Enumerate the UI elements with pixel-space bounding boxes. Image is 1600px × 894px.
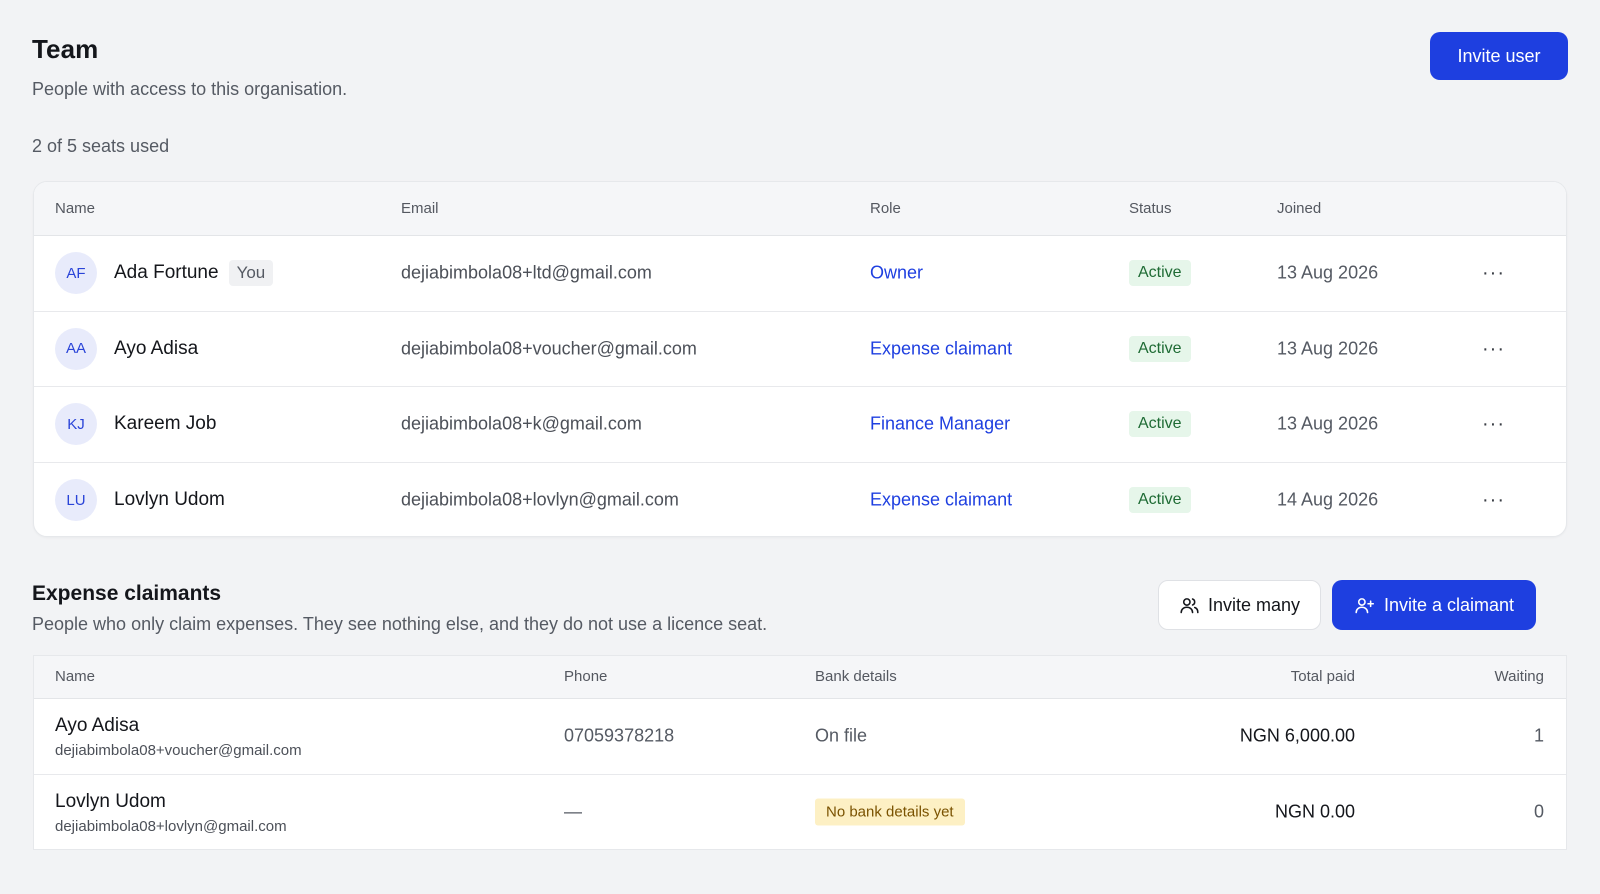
seats-used-text: 2 of 5 seats used bbox=[32, 136, 170, 156]
claimant-email: dejiabimbola08+lovlyn@gmail.com bbox=[55, 817, 287, 835]
member-name: Kareem Job bbox=[114, 413, 217, 435]
column-header-status: Status bbox=[1129, 200, 1172, 217]
more-icon[interactable]: ··· bbox=[1482, 490, 1505, 510]
invite-many-label: Invite many bbox=[1207, 594, 1301, 615]
table-row: LU Lovlyn Udom dejiabimbola08+lovlyn@gma… bbox=[34, 463, 1566, 537]
status-badge: Active bbox=[1129, 260, 1191, 287]
column-header-name: Name bbox=[55, 668, 96, 685]
table-row[interactable]: Lovlyn Udom dejiabimbola08+lovlyn@gmail.… bbox=[34, 775, 1566, 850]
member-name-text: Ada Fortune bbox=[114, 262, 219, 284]
column-header-waiting: Waiting bbox=[1494, 668, 1544, 685]
page-subtitle: People with access to this organisation. bbox=[32, 79, 348, 99]
no-bank-details-badge: No bank details yet bbox=[815, 798, 965, 826]
member-name: Ayo Adisa bbox=[114, 337, 199, 359]
table-row: AA Ayo Adisa dejiabimbola08+voucher@gmai… bbox=[34, 312, 1566, 387]
claimant-bank-details: On file bbox=[815, 725, 868, 746]
invite-many-button[interactable]: Invite many bbox=[1158, 580, 1321, 630]
page-title: Team bbox=[32, 34, 99, 64]
claimant-name: Lovlyn Udom bbox=[55, 790, 166, 812]
claimant-waiting: 1 bbox=[1533, 725, 1544, 746]
avatar: KJ bbox=[55, 403, 97, 446]
member-role-link[interactable]: Expense claimant bbox=[870, 490, 1012, 511]
member-joined: 14 Aug 2026 bbox=[1277, 489, 1379, 510]
avatar: AF bbox=[55, 252, 97, 295]
status-badge: Active bbox=[1129, 411, 1191, 438]
member-joined: 13 Aug 2026 bbox=[1277, 413, 1379, 434]
member-role-link[interactable]: Finance Manager bbox=[870, 414, 1010, 435]
member-email: dejiabimbola08+k@gmail.com bbox=[401, 413, 642, 434]
claimant-phone: — bbox=[564, 801, 582, 822]
member-joined: 13 Aug 2026 bbox=[1277, 338, 1379, 359]
member-email: dejiabimbola08+voucher@gmail.com bbox=[401, 338, 697, 359]
claimants-table: Name Phone Bank details Total paid Waiti… bbox=[33, 655, 1567, 850]
invite-user-button[interactable]: Invite user bbox=[1430, 32, 1568, 80]
column-header-name: Name bbox=[55, 200, 96, 217]
member-name: Lovlyn Udom bbox=[114, 489, 225, 511]
status-badge: Active bbox=[1129, 487, 1191, 514]
column-header-role: Role bbox=[870, 200, 901, 217]
member-email: dejiabimbola08+lovlyn@gmail.com bbox=[401, 489, 679, 510]
column-header-total-paid: Total paid bbox=[1290, 668, 1355, 685]
invite-claimant-label: Invite a claimant bbox=[1383, 594, 1515, 615]
member-name: Ada Fortune You bbox=[114, 260, 274, 287]
table-row: KJ Kareem Job dejiabimbola08+k@gmail.com… bbox=[34, 387, 1566, 463]
column-header-email: Email bbox=[401, 200, 439, 217]
claimant-email: dejiabimbola08+voucher@gmail.com bbox=[55, 742, 302, 759]
avatar: AA bbox=[55, 327, 97, 370]
section-title: Expense claimants bbox=[32, 582, 222, 605]
claimants-table-header: Name Phone Bank details Total paid Waiti… bbox=[34, 656, 1566, 699]
claimant-name: Ayo Adisa bbox=[55, 715, 140, 736]
claimant-total-paid: NGN 6,000.00 bbox=[1239, 725, 1355, 746]
avatar: LU bbox=[55, 479, 97, 522]
claimant-name-cell: Lovlyn Udom dejiabimbola08+lovlyn@gmail.… bbox=[55, 791, 287, 835]
more-icon[interactable]: ··· bbox=[1482, 414, 1505, 434]
section-subtitle: People who only claim expenses. They see… bbox=[32, 614, 768, 634]
team-table: Name Email Role Status Joined AF Ada For… bbox=[33, 181, 1567, 537]
invite-claimant-button[interactable]: Invite a claimant bbox=[1332, 580, 1536, 630]
member-email: dejiabimbola08+ltd@gmail.com bbox=[401, 262, 652, 283]
column-header-bank-details: Bank details bbox=[815, 668, 897, 685]
more-icon[interactable]: ··· bbox=[1482, 263, 1505, 283]
you-badge: You bbox=[228, 260, 274, 287]
member-joined: 13 Aug 2026 bbox=[1277, 262, 1379, 283]
claimant-phone: 07059378218 bbox=[564, 725, 675, 746]
page-header: Team People with access to this organisa… bbox=[32, 34, 1568, 100]
column-header-joined: Joined bbox=[1277, 200, 1322, 217]
claimant-total-paid: NGN 0.00 bbox=[1274, 801, 1355, 822]
member-role-link[interactable]: Owner bbox=[870, 263, 923, 284]
member-role-link[interactable]: Expense claimant bbox=[870, 338, 1012, 359]
team-table-header: Name Email Role Status Joined bbox=[34, 182, 1566, 236]
user-plus-icon bbox=[1354, 595, 1375, 616]
status-badge: Active bbox=[1129, 335, 1191, 362]
team-page: Team People with access to this organisa… bbox=[0, 0, 1600, 894]
more-icon[interactable]: ··· bbox=[1482, 339, 1505, 359]
table-row: AF Ada Fortune You dejiabimbola08+ltd@gm… bbox=[34, 236, 1566, 312]
claimant-waiting: 0 bbox=[1533, 801, 1544, 822]
users-icon bbox=[1179, 595, 1200, 616]
table-row[interactable]: Ayo Adisa dejiabimbola08+voucher@gmail.c… bbox=[34, 699, 1566, 775]
claimant-name-cell: Ayo Adisa dejiabimbola08+voucher@gmail.c… bbox=[55, 715, 302, 759]
column-header-phone: Phone bbox=[564, 668, 608, 685]
